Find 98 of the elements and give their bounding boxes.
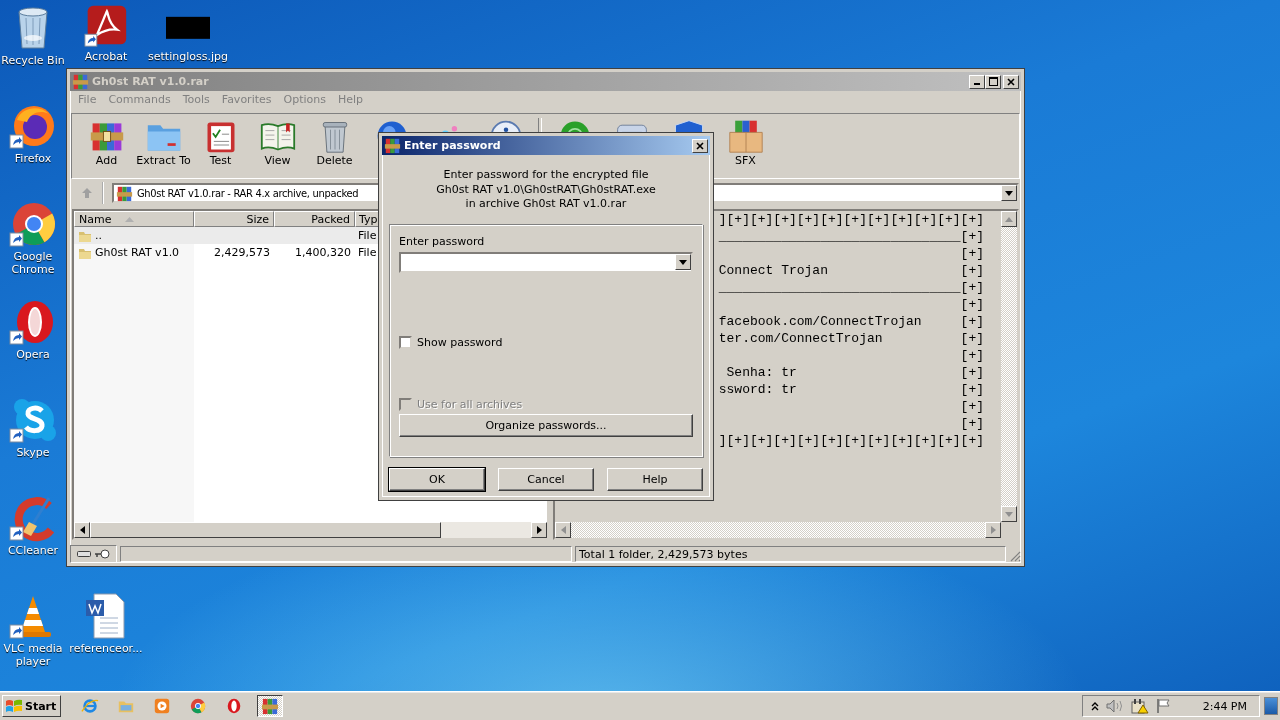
comment-line: [+]: [959, 415, 984, 432]
close-icon: [696, 141, 704, 150]
down-arrow-icon: [1005, 511, 1013, 517]
column-header[interactable]: Name: [74, 211, 194, 227]
dropdown-button[interactable]: [1001, 185, 1017, 201]
right-arrow-icon: [536, 526, 542, 534]
column-header[interactable]: Size: [194, 211, 274, 227]
file-name: Gh0st RAT v1.0: [95, 246, 180, 259]
caret-icon: [679, 259, 687, 265]
comment-line: facebook.com/ConnectTrojan [+]: [718, 313, 984, 330]
toolbar-button[interactable]: SFX: [717, 118, 774, 174]
caret-icon: [1005, 190, 1013, 196]
message-text: Enter password for the encrypted file: [443, 168, 649, 183]
desktop-icon-label[interactable]: Skype: [16, 446, 50, 459]
status-text: Total 1 folder, 2,429,573 bytes: [575, 545, 1006, 562]
sort-arrow-icon: [125, 216, 135, 222]
comment-line: [+]: [959, 296, 984, 313]
horizontal-scrollbar[interactable]: [74, 522, 547, 538]
desktop-icon-label[interactable]: settingloss.jpg: [148, 50, 228, 63]
file-name: ..: [95, 229, 102, 242]
organize-passwords-button[interactable]: Organize passwords...: [399, 413, 693, 437]
comment-line: Senha: tr [+]: [725, 364, 984, 381]
close-button[interactable]: [692, 138, 708, 153]
dialog-button[interactable]: Cancel: [498, 467, 594, 491]
password-field[interactable]: [399, 251, 693, 273]
network-warning-icon: [1130, 698, 1149, 714]
toolbar-button[interactable]: View: [249, 118, 306, 174]
browser-icon: [9, 200, 57, 248]
desktop-icon-label[interactable]: Acrobat: [84, 50, 128, 63]
desktop-icon-label[interactable]: VLC media player: [1, 642, 65, 668]
chevron-up-icon: [1090, 701, 1099, 711]
left-arrow-icon: [560, 526, 566, 534]
toolbar-button[interactable]: Add: [78, 118, 135, 174]
speaker-icon: [1105, 699, 1124, 713]
taskbar-app-button[interactable]: [257, 695, 284, 717]
desktop-icon-label[interactable]: CCleaner: [7, 544, 59, 557]
comment-line: _______________________________[+]: [718, 228, 984, 245]
maximize-button[interactable]: [985, 74, 1001, 89]
windows-logo-icon: [5, 698, 23, 714]
box-icon: [727, 118, 764, 154]
window-title: Gh0st RAT v1.0.rar: [92, 75, 209, 88]
comment-line: ][+][+][+][+][+][+][+][+][+][+][+]: [718, 211, 984, 228]
comment-line: ][+][+][+][+][+][+][+][+][+][+][+]: [718, 432, 984, 449]
dropdown-button[interactable]: [675, 254, 691, 270]
minimize-button[interactable]: [969, 74, 985, 89]
toolbar-button[interactable]: Extract To: [135, 118, 192, 174]
left-arrow-icon: [79, 526, 85, 534]
up-arrow-icon: [81, 187, 93, 199]
horizontal-scrollbar[interactable]: [555, 522, 1017, 538]
desktop-icon-label[interactable]: Recycle Bin: [1, 54, 65, 67]
cleaner-app-icon: [9, 494, 57, 542]
toolbar-button[interactable]: Test: [192, 118, 249, 174]
comment-line: ssword: tr [+]: [718, 381, 984, 398]
up-arrow-icon: [1005, 216, 1013, 222]
close-button[interactable]: [1003, 74, 1019, 89]
vertical-scrollbar[interactable]: [1001, 211, 1017, 522]
file-packed: 1,400,320: [295, 246, 351, 259]
file-type: File: [358, 229, 377, 242]
desktop-icon-label[interactable]: Opera: [16, 348, 50, 361]
right-arrow-icon: [990, 526, 996, 534]
checkbox-label: Show password: [417, 335, 503, 349]
comment-line: _______________________________[+]: [718, 279, 984, 296]
column-header[interactable]: Packed: [274, 211, 355, 227]
clock[interactable]: 2:44 PM: [1202, 699, 1247, 713]
media-player-icon: [153, 697, 172, 715]
stacked-books-icon: [72, 73, 89, 90]
flag-icon: [1155, 698, 1172, 714]
comment-line: [+]: [959, 347, 984, 364]
stacked-books-icon: [116, 184, 133, 202]
desktop-icon-label[interactable]: Firefox: [14, 152, 52, 165]
message-text: in archive Gh0st RAT v1.0.rar: [465, 197, 627, 212]
browser-icon: [189, 697, 208, 715]
dialog-title: Enter password: [404, 139, 501, 152]
minimize-icon: [974, 83, 980, 85]
comment-line: ter.com/ConnectTrojan [+]: [718, 330, 984, 347]
stacked-books-icon: [261, 697, 280, 715]
message-text: Gh0st RAT v1.0\Gh0stRAT\Gh0stRAT.exe: [436, 182, 656, 197]
resize-grip-icon: [1009, 549, 1021, 562]
comment-line: [+]: [959, 398, 984, 415]
dialog-button[interactable]: OK: [389, 467, 485, 491]
desktop-icon-label[interactable]: referenceor...: [69, 642, 143, 655]
drive-icon: [77, 549, 91, 558]
file-size: 2,429,573: [214, 246, 270, 259]
checkbox[interactable]: [399, 335, 412, 349]
checkbox-label: Use for all archives: [417, 397, 523, 411]
comment-line: Connect Trojan [+]: [718, 262, 984, 279]
chat-app-icon: [9, 396, 57, 444]
toolbar-button[interactable]: Delete: [306, 118, 363, 174]
browser-icon: [81, 697, 100, 715]
start-button[interactable]: Start: [2, 695, 62, 717]
file-type: File: [358, 246, 377, 259]
maximize-icon: [988, 77, 998, 86]
dialog-button[interactable]: Help: [607, 467, 703, 491]
stacked-books-icon: [384, 137, 401, 154]
comment-line: [+]: [959, 245, 984, 262]
key-icon: [94, 548, 110, 559]
desktop-icon-label[interactable]: Google Chrome: [1, 250, 65, 276]
close-icon: [1007, 77, 1015, 86]
